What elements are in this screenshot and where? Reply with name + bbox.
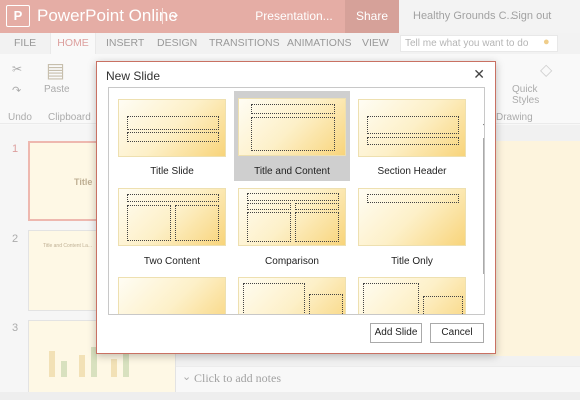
layout-blank[interactable]	[114, 273, 230, 314]
close-icon[interactable]: ✕	[473, 66, 485, 83]
placeholder-box	[295, 203, 339, 210]
cancel-button[interactable]: Cancel	[430, 323, 484, 343]
placeholder-box	[367, 116, 459, 134]
layout-label: Title Only	[391, 256, 433, 267]
layout-preview	[358, 188, 466, 246]
new-slide-dialog: New Slide ✕ Title Slide Title and Conten…	[96, 61, 496, 354]
placeholder-box	[247, 203, 291, 210]
layout-title-only[interactable]: Title Only	[354, 184, 470, 270]
placeholder-box	[127, 194, 219, 202]
layout-label: Comparison	[265, 256, 319, 267]
scroll-thumb[interactable]	[483, 138, 484, 274]
layout-comparison[interactable]: Comparison	[234, 184, 350, 270]
placeholder-box	[295, 212, 339, 242]
layout-section-header[interactable]: Section Header	[354, 95, 470, 181]
placeholder-box	[251, 104, 335, 114]
layout-title-and-content[interactable]: Title and Content	[234, 91, 350, 181]
placeholder-box	[367, 194, 459, 203]
placeholder-box	[309, 294, 343, 314]
gallery-scrollbar[interactable]: ⌃ ⌄	[481, 122, 484, 314]
layout-label: Title and Content	[254, 166, 330, 177]
layout-label: Two Content	[143, 256, 201, 267]
placeholder-box	[247, 193, 339, 201]
layout-preview	[238, 98, 346, 156]
placeholder-box	[247, 212, 291, 242]
layout-preview	[118, 277, 226, 314]
placeholder-box	[423, 296, 463, 314]
placeholder-box	[127, 132, 219, 142]
layout-preview	[238, 188, 346, 246]
placeholder-box	[363, 283, 419, 314]
layout-gallery: Title Slide Title and Content Section He…	[108, 87, 485, 315]
dialog-title: New Slide	[106, 69, 161, 83]
layout-preview	[118, 99, 226, 157]
chevron-up-icon[interactable]: ⌃	[481, 122, 484, 133]
layout-two-content[interactable]: Two Content	[114, 184, 230, 270]
layout-label: Section Header	[377, 166, 447, 177]
placeholder-box	[251, 117, 335, 151]
chevron-down-icon[interactable]: ⌄	[481, 310, 484, 314]
placeholder-box	[367, 137, 459, 145]
placeholder-box	[175, 205, 219, 241]
layout-label: Title Slide	[150, 166, 194, 177]
layout-picture-with-caption[interactable]	[354, 273, 470, 314]
placeholder-box	[243, 283, 305, 314]
add-slide-button[interactable]: Add Slide	[370, 323, 422, 343]
layout-content-with-caption[interactable]	[234, 273, 350, 314]
placeholder-box	[127, 116, 219, 130]
layout-preview	[358, 277, 466, 314]
layout-preview	[238, 277, 346, 314]
placeholder-box	[127, 205, 171, 241]
layout-preview	[358, 99, 466, 157]
layout-preview	[118, 188, 226, 246]
layout-title-slide[interactable]: Title Slide	[114, 95, 230, 181]
